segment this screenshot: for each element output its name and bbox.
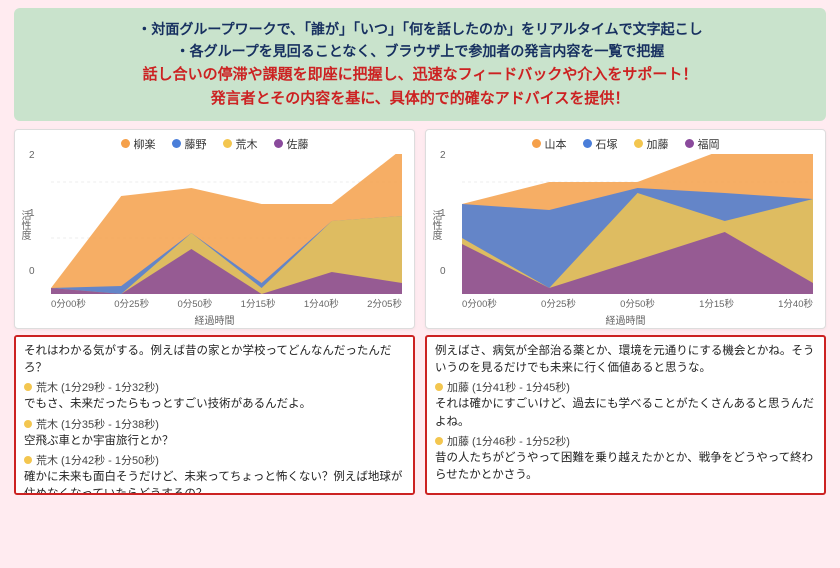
transcript-speaker: 加藤 (1分41秒 - 1分45秒)	[435, 379, 816, 395]
legend-right: 山本 石塚 加藤 福岡	[434, 136, 817, 152]
legend-item: 柳楽	[121, 136, 156, 152]
transcript-text: 確かに未来も面白そうだけど、未来ってちょっと怖くない？例えば地球が住めなくなって…	[24, 469, 405, 495]
x-tick: 0分25秒	[541, 296, 576, 310]
legend-label: 荒木	[236, 136, 258, 152]
transcript-speaker: 荒木 (1分42秒 - 1分50秒)	[24, 452, 405, 468]
speaker-label: 荒木 (1分35秒 - 1分38秒)	[36, 416, 159, 432]
x-tick: 0分50秒	[620, 296, 655, 310]
speaker-dot-icon	[24, 420, 32, 428]
x-tick: 0分00秒	[462, 296, 497, 310]
speaker-dot-icon	[435, 437, 443, 445]
chart-card-left: 柳楽 藤野 荒木 佐藤 活性度 2 1 0	[14, 129, 415, 329]
y-tick: 1	[440, 208, 446, 219]
legend-item: 山本	[532, 136, 567, 152]
x-ticks-right: 0分00秒 0分25秒 0分50秒 1分15秒 1分40秒	[462, 296, 813, 310]
chart-svg	[462, 154, 813, 294]
legend-label: 加藤	[647, 136, 669, 152]
legend-dot-icon	[583, 139, 592, 148]
x-tick: 1分40秒	[304, 296, 339, 310]
legend-left: 柳楽 藤野 荒木 佐藤	[23, 136, 406, 152]
speaker-dot-icon	[24, 456, 32, 464]
legend-dot-icon	[532, 139, 541, 148]
x-tick: 0分50秒	[177, 296, 212, 310]
transcript-text: でもさ、未来だったらもっとすごい技術があるんだよ。	[24, 396, 405, 413]
legend-label: 福岡	[698, 136, 720, 152]
chart-area-right	[462, 154, 813, 294]
x-tick: 0分25秒	[114, 296, 149, 310]
legend-item: 石塚	[583, 136, 618, 152]
header-line1: ・対面グループワークで、「誰が」「いつ」「何を話したのか」をリアルタイムで文字起…	[28, 18, 812, 40]
x-tick: 2分05秒	[367, 296, 402, 310]
y-tick: 1	[29, 208, 35, 219]
y-tick: 2	[29, 150, 35, 161]
legend-dot-icon	[685, 139, 694, 148]
speaker-label: 加藤 (1分41秒 - 1分45秒)	[447, 379, 570, 395]
y-tick: 0	[29, 266, 35, 277]
legend-item: 福岡	[685, 136, 720, 152]
header-line2: ・各グループを見回ることなく、ブラウザ上で参加者の発言内容を一覧で把握	[28, 40, 812, 62]
legend-dot-icon	[121, 139, 130, 148]
legend-item: 荒木	[223, 136, 258, 152]
chart-card-right: 山本 石塚 加藤 福岡 活性度 2 1 0	[425, 129, 826, 329]
x-tick: 1分15秒	[699, 296, 734, 310]
transcript-text: 空飛ぶ車とか宇宙旅行とか？	[24, 433, 405, 450]
transcript-speaker: 荒木 (1分35秒 - 1分38秒)	[24, 416, 405, 432]
x-axis-label: 経過時間	[434, 312, 817, 327]
header-line3: 話し合いの停滞や課題を即座に把握し、迅速なフィードバックや介入をサポート！	[28, 63, 812, 87]
transcript-text: それは確かにすごいけど、過去にも学べることがたくさんあると思うんだよね。	[435, 396, 816, 431]
x-tick: 1分15秒	[241, 296, 276, 310]
legend-dot-icon	[223, 139, 232, 148]
legend-item: 藤野	[172, 136, 207, 152]
panel-right: 山本 石塚 加藤 福岡 活性度 2 1 0	[425, 129, 826, 495]
x-tick: 0分00秒	[51, 296, 86, 310]
transcript-right[interactable]: 例えばさ、病気が全部治る薬とか、環境を元通りにする機会とかね。そういうのを見るだ…	[425, 335, 826, 495]
legend-dot-icon	[274, 139, 283, 148]
legend-item: 加藤	[634, 136, 669, 152]
transcript-speaker: 加藤 (1分46秒 - 1分52秒)	[435, 433, 816, 449]
legend-label: 山本	[545, 136, 567, 152]
transcript-text: それはわかる気がする。例えば昔の家とか学校ってどんなんだったんだろ？	[24, 343, 405, 378]
speaker-label: 荒木 (1分42秒 - 1分50秒)	[36, 452, 159, 468]
transcript-speaker: 荒木 (1分29秒 - 1分32秒)	[24, 379, 405, 395]
transcript-text: 昔の人たちがどうやって困難を乗り越えたかとか、戦争をどうやって終わらせたかとかさ…	[435, 450, 816, 485]
x-tick: 1分40秒	[778, 296, 813, 310]
speaker-dot-icon	[24, 383, 32, 391]
header-line4: 発言者とその内容を基に、具体的で的確なアドバイスを提供！	[28, 87, 812, 111]
legend-item: 佐藤	[274, 136, 309, 152]
speaker-label: 荒木 (1分29秒 - 1分32秒)	[36, 379, 159, 395]
legend-label: 石塚	[596, 136, 618, 152]
legend-label: 藤野	[185, 136, 207, 152]
chart-svg	[51, 154, 402, 294]
legend-dot-icon	[634, 139, 643, 148]
panels: 柳楽 藤野 荒木 佐藤 活性度 2 1 0	[0, 129, 840, 495]
y-tick: 0	[440, 266, 446, 277]
legend-dot-icon	[172, 139, 181, 148]
x-ticks-left: 0分00秒 0分25秒 0分50秒 1分15秒 1分40秒 2分05秒	[51, 296, 402, 310]
panel-left: 柳楽 藤野 荒木 佐藤 活性度 2 1 0	[14, 129, 415, 495]
y-tick: 2	[440, 150, 446, 161]
chart-area-left	[51, 154, 402, 294]
header-box: ・対面グループワークで、「誰が」「いつ」「何を話したのか」をリアルタイムで文字起…	[14, 8, 826, 121]
x-axis-label: 経過時間	[23, 312, 406, 327]
speaker-dot-icon	[435, 383, 443, 391]
legend-label: 佐藤	[287, 136, 309, 152]
legend-label: 柳楽	[134, 136, 156, 152]
transcript-left[interactable]: それはわかる気がする。例えば昔の家とか学校ってどんなんだったんだろ？荒木 (1分…	[14, 335, 415, 495]
transcript-text: 例えばさ、病気が全部治る薬とか、環境を元通りにする機会とかね。そういうのを見るだ…	[435, 343, 816, 378]
speaker-label: 加藤 (1分46秒 - 1分52秒)	[447, 433, 570, 449]
